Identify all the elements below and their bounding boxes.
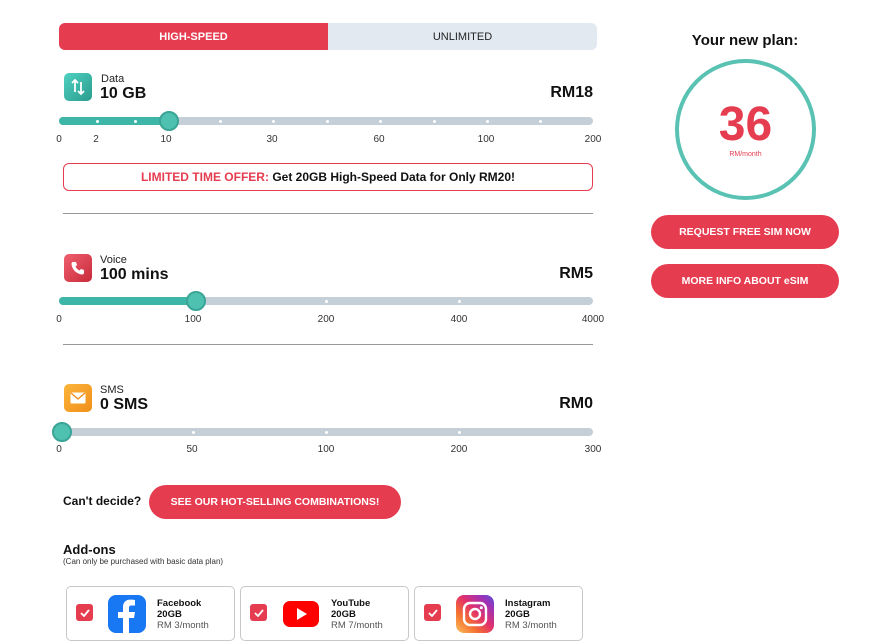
sms-value: 0 SMS bbox=[100, 396, 149, 413]
addon-name: YouTube bbox=[331, 598, 371, 609]
voice-label: Voice bbox=[100, 254, 127, 266]
offer-highlight: LIMITED TIME OFFER: bbox=[140, 170, 269, 184]
esim-info-button[interactable]: MORE INFO ABOUT eSIM bbox=[651, 264, 839, 298]
tick-label: 0 bbox=[56, 444, 62, 455]
addon-name: Instagram bbox=[505, 598, 551, 609]
addon-checkbox[interactable] bbox=[424, 604, 441, 621]
slider-dot bbox=[325, 430, 328, 434]
phone-icon bbox=[64, 254, 92, 282]
addon-price: RM 7/month bbox=[331, 620, 383, 631]
plan-type-tabs: HIGH-SPEED UNLIMITED bbox=[59, 23, 597, 50]
data-slider[interactable] bbox=[59, 111, 593, 131]
addon-size: 20GB bbox=[505, 609, 530, 620]
tick-label: 10 bbox=[160, 134, 172, 145]
youtube-icon bbox=[282, 595, 320, 633]
tick-label: 100 bbox=[184, 314, 202, 325]
offer-text: Get 20GB High-Speed Data for Only RM20! bbox=[272, 170, 516, 184]
voice-price: RM5 bbox=[559, 265, 593, 282]
checkmark-icon bbox=[253, 608, 264, 617]
tick-label: 100 bbox=[317, 444, 335, 455]
data-slider-handle[interactable] bbox=[159, 111, 179, 131]
addon-card-facebook[interactable]: Facebook 20GB RM 3/month bbox=[66, 586, 235, 641]
slider-dot bbox=[326, 119, 329, 123]
instagram-icon bbox=[456, 595, 494, 633]
plan-unit: RM/month bbox=[729, 151, 762, 158]
checkmark-icon bbox=[79, 608, 90, 617]
tick-label: 30 bbox=[266, 134, 278, 145]
sms-tick-labels: 0 50 100 200 300 bbox=[56, 444, 601, 458]
voice-value: 100 mins bbox=[100, 266, 169, 283]
addon-checkbox[interactable] bbox=[76, 604, 93, 621]
plan-title: Your new plan: bbox=[691, 32, 799, 49]
tick-label: 200 bbox=[450, 444, 468, 455]
slider-dot bbox=[134, 119, 137, 123]
voice-slider[interactable] bbox=[59, 291, 593, 311]
data-label: Data bbox=[101, 73, 125, 85]
data-price: RM18 bbox=[550, 84, 593, 101]
divider bbox=[63, 344, 593, 345]
addon-price: RM 3/month bbox=[157, 620, 209, 631]
tick-label: 0 bbox=[56, 314, 62, 325]
addons-note: (Can only be purchased with basic data p… bbox=[63, 557, 224, 566]
addon-size: 20GB bbox=[331, 609, 356, 620]
request-free-sim-button[interactable]: REQUEST FREE SIM NOW bbox=[651, 215, 839, 249]
plan-amount: 36 bbox=[718, 98, 773, 151]
tab-unlimited[interactable]: UNLIMITED bbox=[328, 23, 597, 50]
addons-title: Add-ons bbox=[63, 542, 116, 557]
tick-label: 60 bbox=[373, 134, 385, 145]
data-slider-fill bbox=[59, 117, 169, 125]
plan-price-circle: 36 RM/month bbox=[675, 59, 816, 200]
data-value: 10 GB bbox=[100, 85, 147, 102]
facebook-icon bbox=[108, 595, 146, 633]
slider-dot bbox=[458, 430, 461, 434]
tick-label: 300 bbox=[584, 444, 602, 455]
voice-slider-fill bbox=[59, 297, 196, 305]
slider-dot bbox=[458, 299, 461, 303]
cant-decide-label: Can't decide? bbox=[63, 494, 142, 508]
data-icon bbox=[64, 73, 92, 101]
slider-dot bbox=[325, 299, 328, 303]
addon-card-instagram[interactable]: Instagram 20GB RM 3/month bbox=[414, 586, 583, 641]
tick-label: 4000 bbox=[581, 314, 605, 325]
slider-dot bbox=[272, 119, 275, 123]
tick-label: 200 bbox=[584, 134, 602, 145]
slider-dot bbox=[96, 119, 99, 123]
slider-dot bbox=[539, 119, 542, 123]
tick-label: 200 bbox=[317, 314, 335, 325]
tab-high-speed[interactable]: HIGH-SPEED bbox=[59, 23, 328, 50]
addon-size: 20GB bbox=[157, 609, 182, 620]
tick-label: 400 bbox=[450, 314, 468, 325]
tick-label: 0 bbox=[56, 134, 62, 145]
slider-dot bbox=[219, 119, 222, 123]
slider-dot bbox=[379, 119, 382, 123]
addon-price: RM 3/month bbox=[505, 620, 557, 631]
voice-tick-labels: 0 100 200 400 4000 bbox=[56, 314, 604, 328]
slider-dot bbox=[486, 119, 489, 123]
hot-selling-combinations-button[interactable]: SEE OUR HOT-SELLING COMBINATIONS! bbox=[149, 485, 401, 519]
addon-card-youtube[interactable]: YouTube 20GB RM 7/month bbox=[240, 586, 409, 641]
envelope-icon bbox=[64, 384, 92, 412]
tick-label: 2 bbox=[93, 134, 99, 145]
sms-slider-handle[interactable] bbox=[52, 422, 72, 442]
checkmark-icon bbox=[427, 608, 438, 617]
slider-dot bbox=[192, 430, 195, 434]
tick-label: 50 bbox=[186, 444, 198, 455]
voice-slider-handle[interactable] bbox=[186, 291, 206, 311]
addon-checkbox[interactable] bbox=[250, 604, 267, 621]
addon-name: Facebook bbox=[157, 598, 202, 609]
divider bbox=[63, 213, 593, 214]
sms-slider[interactable] bbox=[52, 422, 593, 442]
limited-offer-banner: LIMITED TIME OFFER: Get 20GB High-Speed … bbox=[63, 163, 593, 191]
slider-dot bbox=[433, 119, 436, 123]
sms-price: RM0 bbox=[559, 395, 593, 412]
sms-label: SMS bbox=[100, 384, 124, 396]
tick-label: 100 bbox=[477, 134, 495, 145]
data-tick-labels: 0 2 10 30 60 100 200 bbox=[56, 134, 601, 148]
